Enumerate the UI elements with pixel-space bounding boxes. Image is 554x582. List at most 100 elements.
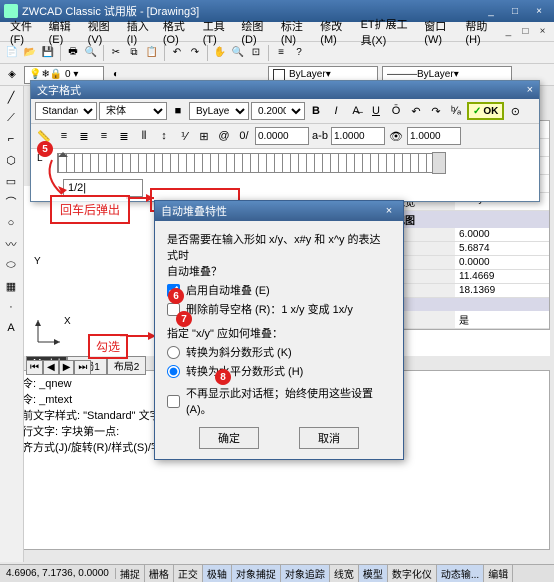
height-combo[interactable]: 0.2000 <box>251 102 305 120</box>
point-icon[interactable]: · <box>1 297 21 317</box>
text-icon[interactable]: A <box>1 318 21 338</box>
width-input[interactable] <box>407 127 461 145</box>
cancel-dialog-button[interactable]: 取消 <box>299 427 359 449</box>
osnap-toggle[interactable]: 对象捕捉 <box>232 565 281 582</box>
nav-prev[interactable]: ◀ <box>43 360 59 375</box>
nav-next[interactable]: ▶ <box>59 360 75 375</box>
indent-marker[interactable] <box>58 152 68 162</box>
menu-draw[interactable]: 绘图(D) <box>235 16 272 48</box>
align-left-icon[interactable]: ≡ <box>55 127 73 145</box>
nav-last[interactable]: ⏭ <box>74 360 91 375</box>
tablet-toggle[interactable]: 数字化仪 <box>388 565 437 582</box>
menu-insert[interactable]: 插入(I) <box>121 16 155 48</box>
oblique-icon[interactable]: 0/ <box>235 127 253 145</box>
doc-close[interactable]: × <box>535 24 550 40</box>
snap-toggle[interactable]: 捕捉 <box>116 565 145 582</box>
xline-icon[interactable]: ⟋ <box>1 108 21 128</box>
text-dialog-title[interactable]: 文字格式× <box>31 81 539 99</box>
text-color-combo[interactable]: ByLayer <box>189 102 249 120</box>
ortho-toggle[interactable]: 正交 <box>174 565 203 582</box>
paste-icon[interactable]: 📋 <box>144 45 160 61</box>
linespace-icon[interactable]: ↕ <box>155 127 173 145</box>
menu-view[interactable]: 视图(V) <box>82 16 119 48</box>
hatch-icon[interactable]: ▦ <box>1 276 21 296</box>
ellipse-icon[interactable]: ⬭ <box>1 255 21 275</box>
polar-toggle[interactable]: 极轴 <box>203 565 232 582</box>
undo-icon[interactable]: ↶ <box>169 45 185 61</box>
preview-icon[interactable]: 🔍 <box>83 45 99 61</box>
overline-button[interactable]: Ō <box>387 102 405 120</box>
ruler-end-marker[interactable] <box>432 152 446 174</box>
symbol-icon[interactable]: @ <box>215 127 233 145</box>
edit-toggle[interactable]: 编辑 <box>484 565 513 582</box>
pline-icon[interactable]: ⌐ <box>1 129 21 149</box>
menu-help[interactable]: 帮助(H) <box>459 16 496 48</box>
ruler[interactable] <box>57 153 437 173</box>
doc-max[interactable]: □ <box>518 24 533 40</box>
menu-et[interactable]: ET扩展工具(X) <box>355 14 417 50</box>
otrack-toggle[interactable]: 对象追踪 <box>281 565 330 582</box>
help-icon[interactable]: ? <box>291 45 307 61</box>
style-combo[interactable]: Standard <box>35 102 97 120</box>
menu-tools[interactable]: 工具(T) <box>197 16 234 48</box>
cut-icon[interactable]: ✂ <box>108 45 124 61</box>
diagonal-radio[interactable]: 转换为斜分数形式 (K) <box>167 344 391 360</box>
nav-first[interactable]: ⏮ <box>26 360 43 375</box>
zoom-icon[interactable]: 🔍 <box>230 45 246 61</box>
horizontal-radio[interactable]: 转换为水平分数形式 (H) <box>167 363 391 379</box>
options-icon[interactable]: ⊙ <box>506 102 524 120</box>
underline-button[interactable]: U <box>367 102 385 120</box>
autostack-title[interactable]: 自动堆叠特性 × <box>155 201 403 221</box>
pan-icon[interactable]: ✋ <box>212 45 228 61</box>
redo2-icon[interactable]: ↷ <box>427 102 445 120</box>
text-dlg-close-icon[interactable]: × <box>527 84 533 96</box>
close-button[interactable]: × <box>528 3 550 19</box>
copy-icon[interactable]: ⧉ <box>126 45 142 61</box>
remove-space-checkbox[interactable]: 删除前导空格 (R)：1 x/y 变成 1x/y <box>167 301 391 317</box>
oblique-input[interactable] <box>255 127 309 145</box>
undo2-icon[interactable]: ↶ <box>407 102 425 120</box>
justify-icon[interactable]: ≣ <box>115 127 133 145</box>
dyn-toggle[interactable]: 动态输... <box>437 565 484 582</box>
maximize-button[interactable]: □ <box>504 3 526 19</box>
ok-dialog-button[interactable]: 确定 <box>199 427 259 449</box>
open-icon[interactable]: 📂 <box>22 45 38 61</box>
menu-dim[interactable]: 标注(N) <box>275 16 312 48</box>
enable-autostack-checkbox[interactable]: 启用自动堆叠 (E) <box>167 282 391 298</box>
redo-icon[interactable]: ↷ <box>187 45 203 61</box>
arc-icon[interactable]: ⌒ <box>1 192 21 212</box>
spline-icon[interactable]: 〰 <box>1 234 21 254</box>
model-toggle[interactable]: 模型 <box>359 565 388 582</box>
align-right-icon[interactable]: ≡ <box>95 127 113 145</box>
dont-show-checkbox[interactable]: 不再显示此对话框；始终使用这些设置 (A)。 <box>167 385 391 417</box>
italic-button[interactable]: I <box>327 102 345 120</box>
menu-window[interactable]: 窗口(W) <box>418 16 457 48</box>
props-icon[interactable]: ≡ <box>273 45 289 61</box>
grid-toggle[interactable]: 栅格 <box>145 565 174 582</box>
align-center-icon[interactable]: ≣ <box>75 127 93 145</box>
new-icon[interactable]: 📄 <box>4 45 20 61</box>
line-icon[interactable]: ╱ <box>1 87 21 107</box>
menu-file[interactable]: 文件(F) <box>4 16 41 48</box>
rect-icon[interactable]: ▭ <box>1 171 21 191</box>
autostack-close-icon[interactable]: × <box>381 203 397 219</box>
lwt-toggle[interactable]: 线宽 <box>330 565 359 582</box>
tracking-input[interactable] <box>331 127 385 145</box>
color-swatch-icon[interactable]: ■ <box>169 102 187 120</box>
ok-button[interactable]: OK <box>467 102 504 120</box>
circle-icon[interactable]: ○ <box>1 213 21 233</box>
save-icon[interactable]: 💾 <box>40 45 56 61</box>
print-icon[interactable]: 🖶 <box>65 45 81 61</box>
numbering-icon[interactable]: ⅟ <box>175 127 193 145</box>
zoom-ext-icon[interactable]: ⊡ <box>248 45 264 61</box>
field-icon[interactable]: ⊞ <box>195 127 213 145</box>
tracking-icon[interactable]: a-b <box>311 127 329 145</box>
dist-icon[interactable]: ⫴ <box>135 127 153 145</box>
menu-format[interactable]: 格式(O) <box>157 16 195 48</box>
strikeout-button[interactable]: A̶ <box>347 102 365 120</box>
menu-edit[interactable]: 编辑(E) <box>43 16 80 48</box>
stack-icon[interactable]: ᵇ⁄ₐ <box>447 102 465 120</box>
width-factor-icon[interactable]: 👁 <box>387 127 405 145</box>
menu-modify[interactable]: 修改(M) <box>314 16 352 48</box>
layer-icon[interactable]: ◈ <box>4 67 20 83</box>
